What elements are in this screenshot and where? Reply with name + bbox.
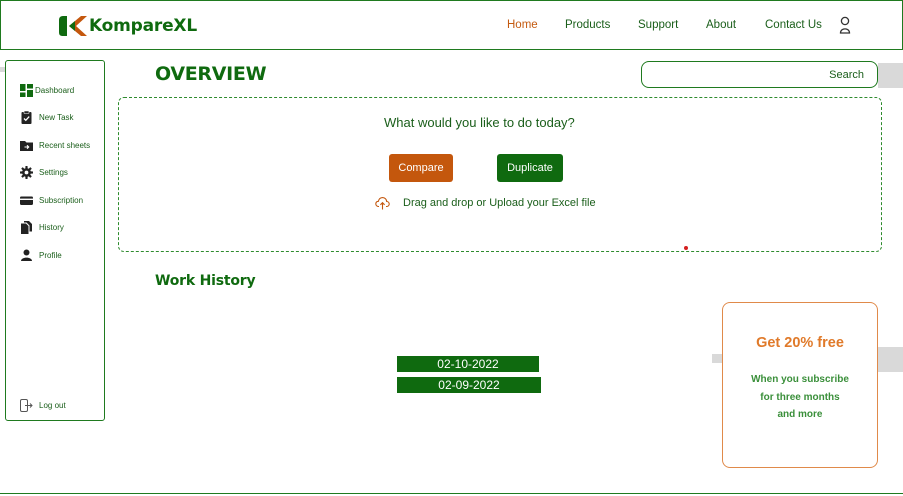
edge-tab-right-bottom xyxy=(878,347,903,372)
compare-button[interactable]: Compare xyxy=(389,154,453,182)
history-entry[interactable]: 02-09-2022 xyxy=(397,377,541,393)
logout-button[interactable]: Log out xyxy=(20,397,66,413)
sidebar-label-history: History xyxy=(39,222,64,232)
nav-support[interactable]: Support xyxy=(638,19,678,31)
sidebar-label-subscription: Subscription xyxy=(39,195,84,205)
sidebar-item-history[interactable]: History xyxy=(20,219,64,235)
sidebar-item-profile[interactable]: Profile xyxy=(20,247,62,263)
promo-line: When you subscribe xyxy=(751,374,849,385)
sidebar-item-settings[interactable]: Settings xyxy=(20,164,68,180)
upload-cloud-icon xyxy=(375,197,390,210)
dashboard-icon xyxy=(20,83,33,97)
sidebar-label-profile: Profile xyxy=(39,250,62,260)
edge-tab-promo xyxy=(712,354,722,363)
sidebar-item-subscription[interactable]: Subscription xyxy=(20,192,83,208)
nav-contact-us[interactable]: Contact Us xyxy=(765,19,822,31)
dropzone-prompt: What would you like to do today? xyxy=(384,115,575,130)
sidebar-label-recent-sheets: Recent sheets xyxy=(39,140,91,150)
upload-link[interactable]: Drag and drop or Upload your Excel file xyxy=(375,195,596,211)
edge-tab-left xyxy=(0,67,5,72)
sidebar: Dashboard New Task Recent sheets Setting… xyxy=(5,60,105,421)
sidebar-label-dashboard: Dashboard xyxy=(35,85,75,95)
sidebar-item-recent-sheets[interactable]: Recent sheets xyxy=(20,137,90,153)
logout-label: Log out xyxy=(39,400,66,410)
brand-name: KompareXL xyxy=(89,16,197,36)
promo-description: When you subscribe for three months and … xyxy=(723,371,877,424)
person-icon xyxy=(21,249,32,261)
history-entry[interactable]: 02-10-2022 xyxy=(397,356,539,372)
work-history-title: Work History xyxy=(155,273,256,289)
nav-home[interactable]: Home xyxy=(507,19,538,31)
logout-icon xyxy=(20,398,33,412)
promo-line: for three months xyxy=(760,391,840,403)
promo-line: and more xyxy=(777,409,823,420)
checklist-icon xyxy=(21,110,32,124)
top-navbar: KompareXL Home Products Support About Co… xyxy=(0,0,903,50)
search-button[interactable]: Search xyxy=(829,69,864,81)
upload-text: Drag and drop or Upload your Excel file xyxy=(403,197,596,209)
gear-icon xyxy=(20,165,33,179)
footer-divider xyxy=(0,493,903,494)
nav-products[interactable]: Products xyxy=(565,19,610,31)
folder-icon xyxy=(20,140,33,151)
status-dot xyxy=(684,246,688,250)
sidebar-label-new-task: New Task xyxy=(39,112,74,122)
nav-about[interactable]: About xyxy=(706,19,736,31)
sidebar-label-settings: Settings xyxy=(39,167,68,177)
page-title: OVERVIEW xyxy=(155,63,267,85)
promo-card[interactable]: Get 20% free When you subscribe for thre… xyxy=(722,302,878,468)
search-input[interactable]: Search xyxy=(641,61,878,88)
promo-title: Get 20% free xyxy=(756,335,844,351)
user-icon[interactable] xyxy=(838,16,852,34)
sidebar-item-new-task[interactable]: New Task xyxy=(20,109,74,125)
brand-logo[interactable]: KompareXL xyxy=(59,13,197,39)
duplicate-button[interactable]: Duplicate xyxy=(497,154,563,182)
documents-icon xyxy=(21,220,32,234)
logo-mark-icon xyxy=(59,16,87,36)
credit-card-icon xyxy=(20,196,33,205)
sidebar-item-dashboard[interactable]: Dashboard xyxy=(20,82,74,98)
edge-tab-right-top xyxy=(878,63,903,88)
